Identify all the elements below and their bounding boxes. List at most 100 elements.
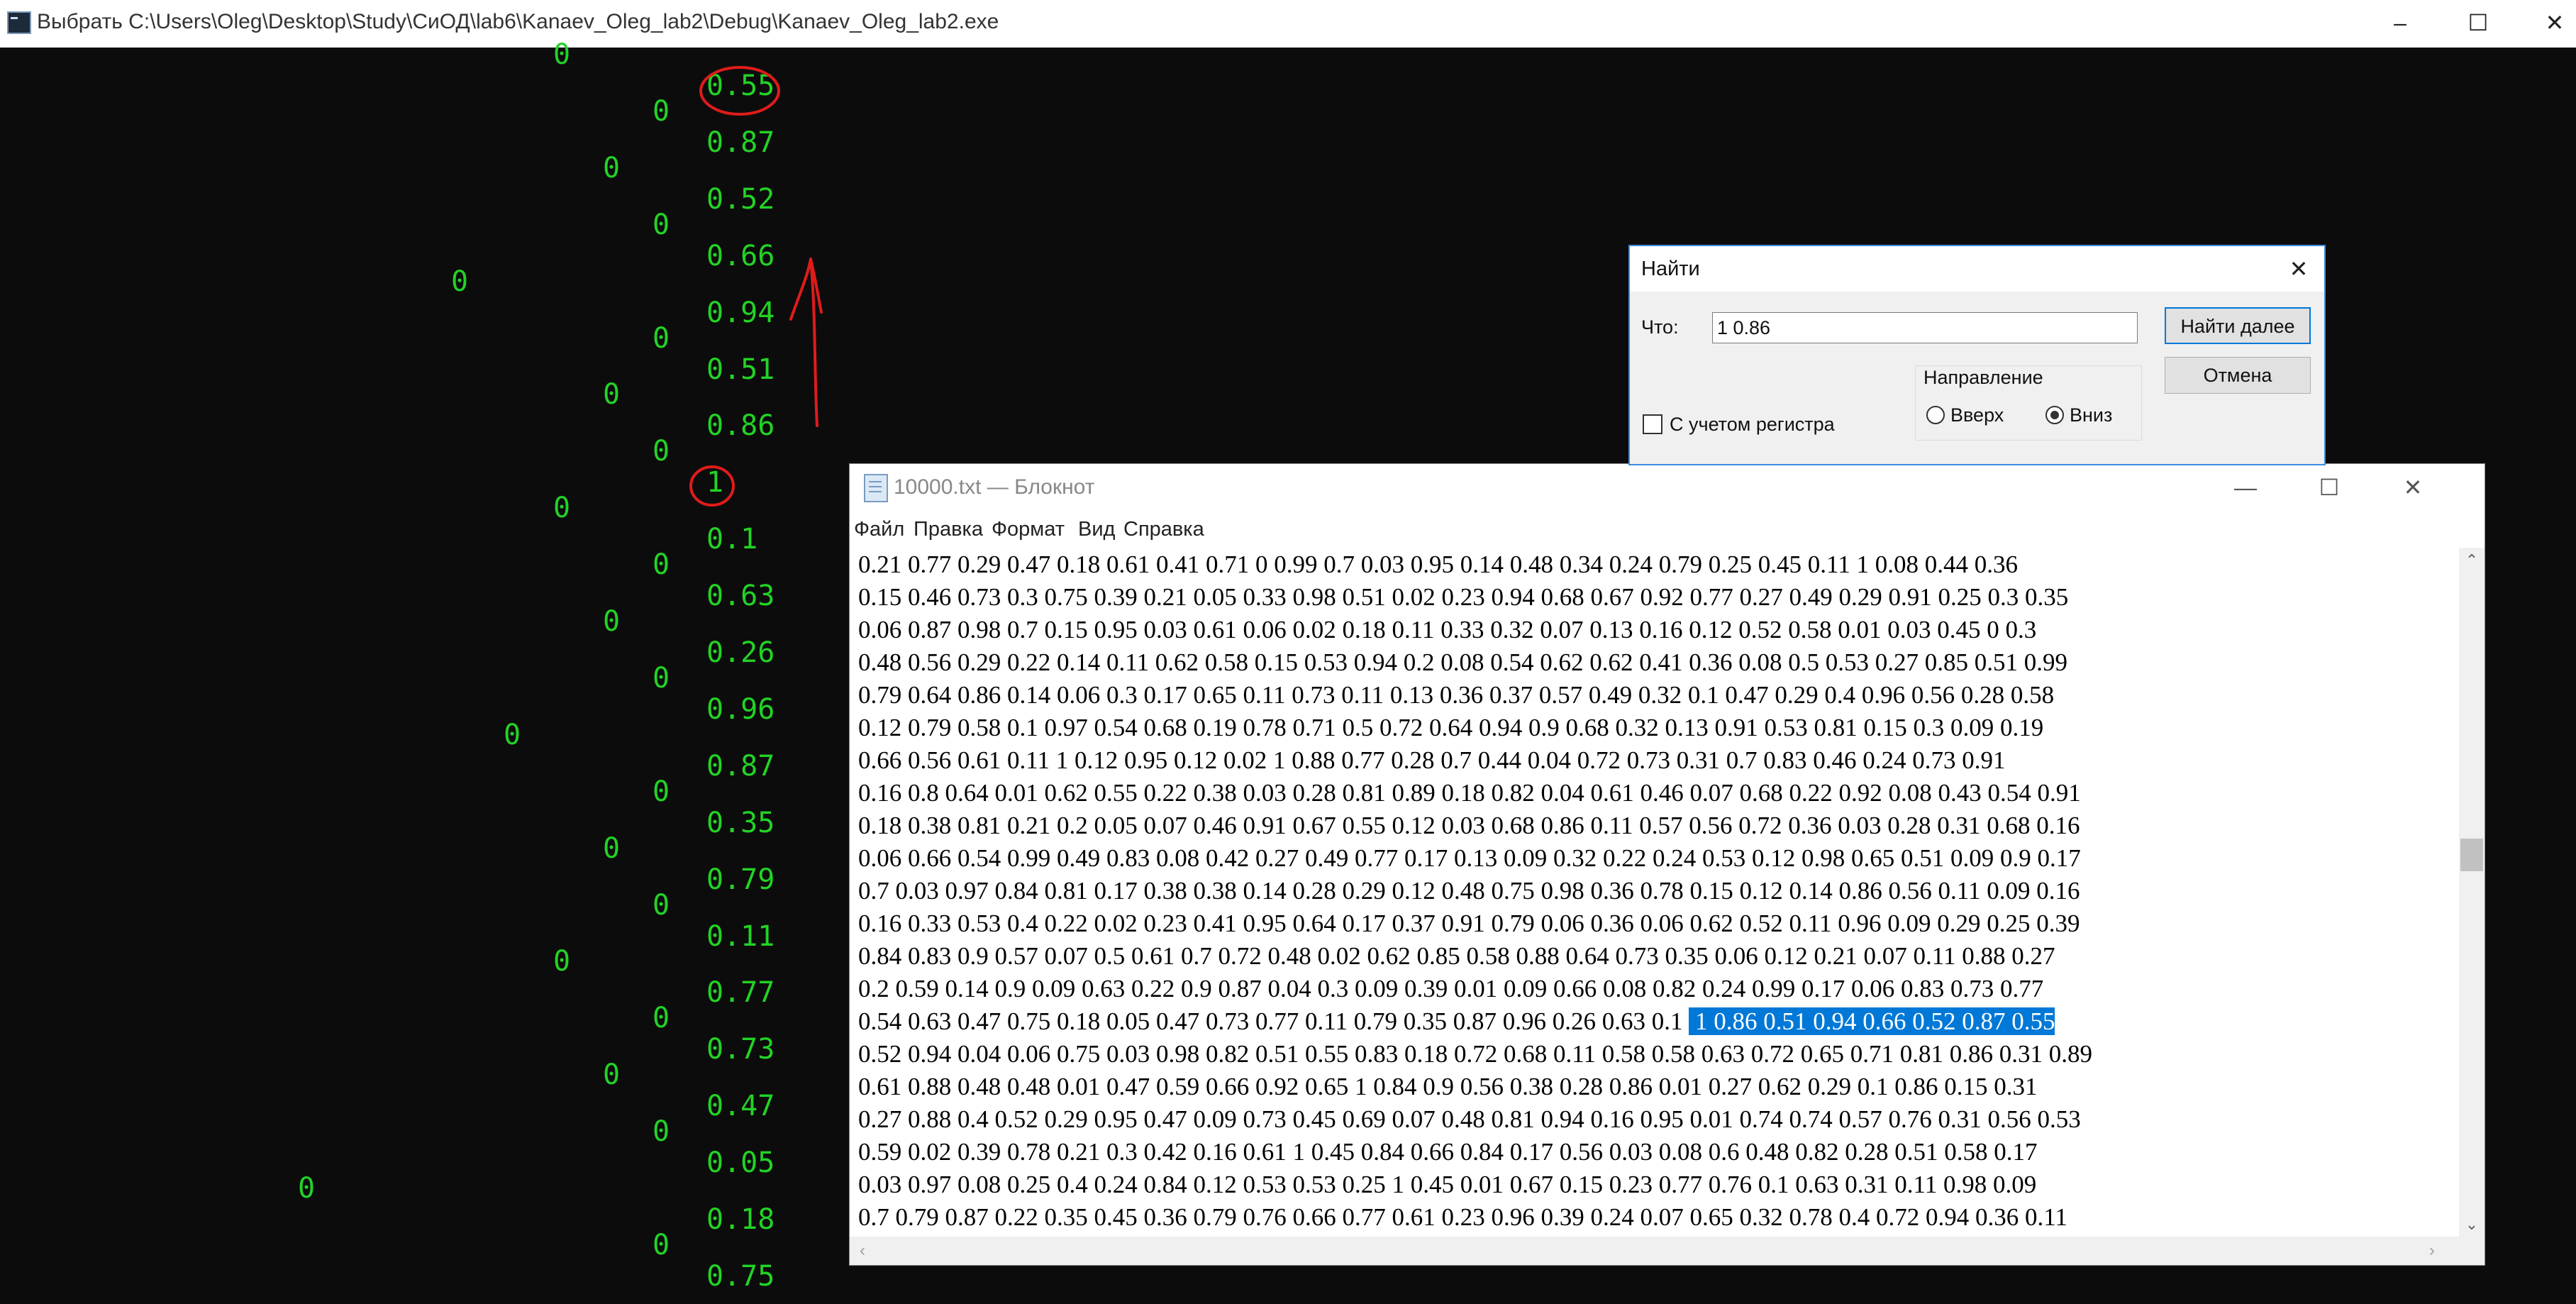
notepad-vertical-scrollbar[interactable]: ⌃ ⌄	[2459, 548, 2485, 1237]
menu-format[interactable]: Формат	[992, 518, 1065, 541]
notepad-line: 0.59 0.02 0.39 0.78 0.21 0.3 0.42 0.16 0…	[858, 1136, 2038, 1168]
console-value: 0.63	[706, 580, 775, 613]
console-value: 0.26	[706, 636, 775, 669]
find-next-button[interactable]: Найти далее	[2165, 307, 2311, 344]
console-value: 0.75	[706, 1259, 775, 1293]
notepad-line: 0.06 0.66 0.54 0.99 0.49 0.83 0.08 0.42 …	[858, 842, 2081, 875]
find-dialog[interactable]: Найти ✕ Что: 1 0.86 Найти далее Отмена Н…	[1628, 245, 2326, 465]
notepad-line: 0.18 0.38 0.81 0.21 0.2 0.05 0.07 0.46 0…	[858, 810, 2080, 842]
notepad-line-text: 0.66 0.56 0.61 0.11 1 0.12 0.95 0.12 0.0…	[858, 746, 2006, 774]
console-title-bar[interactable]: Выбрать C:\Users\Oleg\Desktop\Study\СиОД…	[0, 0, 2576, 48]
notepad-line: 0.21 0.77 0.29 0.47 0.18 0.61 0.41 0.71 …	[858, 548, 2018, 581]
scroll-up-icon[interactable]: ⌃	[2459, 548, 2485, 573]
find-what-input[interactable]: 1 0.86	[1712, 312, 2138, 343]
menu-help[interactable]: Справка	[1123, 518, 1204, 541]
notepad-line-text: 0.79 0.64 0.86 0.14 0.06 0.3 0.17 0.65 0…	[858, 681, 2055, 709]
find-close-button[interactable]: ✕	[2279, 250, 2319, 287]
console-zero: 0	[653, 888, 670, 922]
console-value: 0.11	[706, 919, 775, 953]
console-minimize-button[interactable]: –	[2362, 0, 2438, 48]
console-app-icon	[7, 11, 31, 34]
notepad-line-text: 0.12 0.79 0.58 0.1 0.97 0.54 0.68 0.19 0…	[858, 714, 2044, 741]
notepad-line: 0.52 0.94 0.04 0.06 0.75 0.03 0.98 0.82 …	[858, 1038, 2092, 1071]
notepad-line-text: 0.54 0.63 0.47 0.75 0.18 0.05 0.47 0.73 …	[858, 1007, 1689, 1035]
console-value: 0.87	[706, 126, 775, 159]
console-zero: 0	[603, 831, 621, 865]
console-zero: 0	[653, 321, 670, 355]
notepad-close-button[interactable]: ✕	[2371, 464, 2455, 512]
console-zero: 0	[603, 378, 621, 411]
match-case-checkbox[interactable]	[1643, 414, 1662, 434]
direction-up-label[interactable]: Вверх	[1950, 404, 2004, 426]
console-value: 0.96	[706, 692, 775, 726]
menu-file[interactable]: Файл	[854, 518, 904, 541]
notepad-horizontal-scrollbar[interactable]: ‹ ›	[850, 1237, 2485, 1265]
direction-down-radio[interactable]	[2045, 406, 2064, 424]
console-window-title: Выбрать C:\Users\Oleg\Desktop\Study\СиОД…	[37, 10, 999, 33]
console-value: 0.73	[706, 1033, 775, 1066]
console-zero: 0	[553, 38, 571, 71]
console-zero: 0	[653, 548, 670, 582]
console-zero: 0	[504, 718, 521, 751]
menu-edit[interactable]: Правка	[914, 518, 983, 541]
find-what-label: Что:	[1641, 316, 1679, 338]
console-value: 0.87	[706, 749, 775, 783]
notepad-line: 0.61 0.88 0.48 0.48 0.01 0.47 0.59 0.66 …	[858, 1071, 2038, 1103]
notepad-line: 0.84 0.83 0.9 0.57 0.07 0.5 0.61 0.7 0.7…	[858, 940, 2055, 973]
direction-down-label[interactable]: Вниз	[2070, 404, 2112, 426]
console-zero: 0	[451, 265, 469, 298]
console-zero: 0	[603, 151, 621, 184]
console-zero: 0	[653, 208, 670, 241]
console-value: 0.77	[706, 976, 775, 1010]
direction-up-radio[interactable]	[1926, 406, 1945, 424]
notepad-line: 0.48 0.56 0.29 0.22 0.14 0.11 0.62 0.58 …	[858, 646, 2067, 679]
find-title-bar[interactable]: Найти ✕	[1630, 246, 2324, 292]
notepad-line: 0.16 0.33 0.53 0.4 0.22 0.02 0.23 0.41 0…	[858, 907, 2080, 940]
console-value: 0.51	[706, 353, 775, 386]
notepad-icon	[864, 474, 888, 502]
console-zero: 0	[653, 1002, 670, 1035]
notepad-minimize-button[interactable]: —	[2204, 464, 2287, 512]
console-value: 0.94	[706, 296, 775, 329]
notepad-line-text: 0.15 0.46 0.73 0.3 0.75 0.39 0.21 0.05 0…	[858, 583, 2069, 611]
notepad-maximize-button[interactable]: ☐	[2287, 464, 2371, 512]
notepad-line: 0.03 0.97 0.08 0.25 0.4 0.24 0.84 0.12 0…	[858, 1168, 2036, 1201]
notepad-menu-bar: Файл Правка Формат Вид Справка	[850, 512, 2485, 548]
notepad-line: 0.06 0.87 0.98 0.7 0.15 0.95 0.03 0.61 0…	[858, 614, 2036, 646]
notepad-line-text: 0.59 0.02 0.39 0.78 0.21 0.3 0.42 0.16 0…	[858, 1138, 2038, 1166]
notepad-line: 0.79 0.64 0.86 0.14 0.06 0.3 0.17 0.65 0…	[858, 679, 2054, 712]
notepad-line: 0.66 0.56 0.61 0.11 1 0.12 0.95 0.12 0.0…	[858, 744, 2005, 777]
match-case-label[interactable]: С учетом регистра	[1670, 414, 1835, 436]
notepad-line-text: 0.21 0.77 0.29 0.47 0.18 0.61 0.41 0.71 …	[858, 551, 2018, 578]
notepad-line-text: 0.03 0.97 0.08 0.25 0.4 0.24 0.84 0.12 0…	[858, 1171, 2037, 1198]
scroll-left-icon[interactable]: ‹	[850, 1237, 875, 1265]
notepad-line-text: 0.06 0.87 0.98 0.7 0.15 0.95 0.03 0.61 0…	[858, 616, 2037, 643]
cancel-button[interactable]: Отмена	[2165, 357, 2311, 394]
notepad-window[interactable]: 10000.txt — Блокнот — ☐ ✕ Файл Правка Фо…	[849, 463, 2485, 1266]
console-maximize-button[interactable]: ☐	[2440, 0, 2516, 48]
console-value: 0.52	[706, 182, 775, 216]
menu-view[interactable]: Вид	[1078, 518, 1115, 541]
notepad-line-text: 0.27 0.88 0.4 0.52 0.29 0.95 0.47 0.09 0…	[858, 1105, 2081, 1133]
console-value: 0.1	[706, 523, 758, 556]
find-dialog-title: Найти	[1641, 258, 1700, 280]
notepad-scroll-thumb[interactable]	[2460, 839, 2483, 871]
selected-search-match: 1 0.86 0.51 0.94 0.66 0.52 0.87 0.55	[1689, 1007, 2055, 1035]
scroll-right-icon[interactable]: ›	[2419, 1237, 2445, 1265]
console-zero: 0	[653, 94, 670, 128]
console-close-button[interactable]: ✕	[2516, 0, 2576, 48]
console-scroll-edge	[2569, 48, 2576, 1304]
scroll-down-icon[interactable]: ⌄	[2459, 1212, 2485, 1237]
notepad-line: 0.12 0.79 0.58 0.1 0.97 0.54 0.68 0.19 0…	[858, 712, 2043, 744]
notepad-title-bar[interactable]: 10000.txt — Блокнот — ☐ ✕	[850, 464, 2485, 512]
notepad-text-area[interactable]: 0.21 0.77 0.29 0.47 0.18 0.61 0.41 0.71 …	[850, 548, 2458, 1237]
console-value: 0.79	[706, 863, 775, 896]
notepad-line: 0.15 0.46 0.73 0.3 0.75 0.39 0.21 0.05 0…	[858, 581, 2068, 614]
notepad-line: 0.54 0.63 0.47 0.75 0.18 0.05 0.47 0.73 …	[858, 1005, 2055, 1038]
console-value: 0.05	[706, 1146, 775, 1180]
console-zero: 0	[653, 775, 670, 808]
notepad-line-text: 0.48 0.56 0.29 0.22 0.14 0.11 0.62 0.58 …	[858, 648, 2067, 676]
notepad-line: 0.16 0.8 0.64 0.01 0.62 0.55 0.22 0.38 0…	[858, 777, 2081, 810]
notepad-line: 0.2 0.59 0.14 0.9 0.09 0.63 0.22 0.9 0.8…	[858, 973, 2043, 1005]
notepad-line-text: 0.84 0.83 0.9 0.57 0.07 0.5 0.61 0.7 0.7…	[858, 942, 2055, 970]
